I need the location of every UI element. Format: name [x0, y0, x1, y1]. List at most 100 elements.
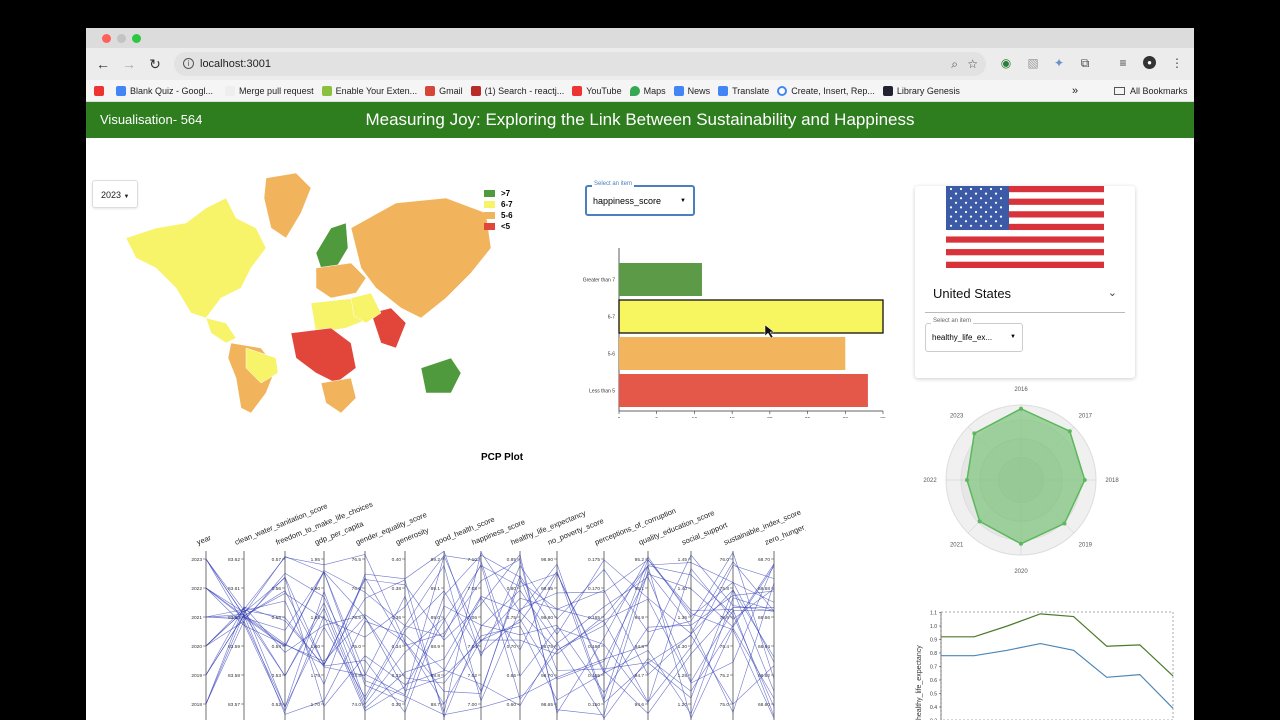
map-region-north-america[interactable]	[125, 197, 267, 319]
bar-x-tick-label: 5	[655, 417, 658, 418]
address-bar[interactable]: i localhost:3001 ⌕ ☆	[174, 52, 986, 76]
bookmark-item[interactable]: Enable Your Exten...	[321, 85, 418, 96]
pcp-tick-label: 2019	[191, 673, 202, 679]
line-series[interactable]	[941, 613, 1174, 677]
pcp-line[interactable]	[205, 559, 775, 716]
chevron-down-icon[interactable]: ⌄	[1108, 286, 1117, 299]
pcp-tick-label: 2023	[191, 557, 202, 563]
translate-icon	[718, 85, 729, 96]
radar-point[interactable]	[1019, 541, 1023, 546]
all-bookmarks-label: All Bookmarks	[1130, 85, 1188, 96]
media-queue-icon[interactable]: ≡	[1116, 56, 1130, 70]
minimize-window-button[interactable]	[117, 34, 126, 43]
map-region-europe[interactable]	[315, 262, 367, 299]
bar-category-label: 6-7	[608, 315, 615, 321]
star-bookmark-icon[interactable]: ☆	[967, 52, 978, 76]
pcp-plot[interactable]: year202320222021202020192018clean_water_…	[186, 483, 806, 720]
pcp-tick-label: 98.70	[541, 673, 553, 679]
back-arrow-icon[interactable]: ←	[90, 56, 116, 72]
pcp-tick-label: 95.2	[635, 557, 645, 563]
bookmark-item[interactable]: (1) Search - reactj...	[470, 85, 565, 96]
pcp-line[interactable]	[205, 558, 775, 701]
maximize-window-button[interactable]	[132, 34, 141, 43]
menu-kebab-icon[interactable]: ⋮	[1170, 56, 1184, 70]
pcp-tick-label: 68.66	[758, 615, 770, 621]
radar-point[interactable]	[977, 519, 982, 524]
pcp-tick-label: 0.175	[588, 557, 600, 563]
country-name[interactable]: United States	[933, 286, 1011, 301]
radar-point[interactable]	[1082, 478, 1087, 482]
google-icon	[777, 85, 788, 96]
bookmark-label: YouTube	[586, 85, 622, 96]
map-region-central-america[interactable]	[205, 317, 237, 344]
forward-arrow-icon[interactable]: →	[116, 56, 142, 72]
pcp-tick-label: 75.0	[720, 702, 730, 708]
all-bookmarks-button[interactable]: All Bookmarks	[1114, 86, 1188, 96]
bookmarks-overflow-icon[interactable]: »	[1072, 85, 1078, 97]
attribute-select[interactable]: Select an item healthy_life_ex... ▼	[925, 318, 1023, 352]
world-map[interactable]	[116, 168, 506, 418]
bookmark-label: (1) Search - reactj...	[484, 85, 565, 96]
bookmark-item[interactable]: Maps	[629, 85, 666, 96]
radar-point[interactable]	[1067, 429, 1072, 434]
bookmark-label: Create, Insert, Rep...	[791, 85, 875, 96]
profile-avatar[interactable]: ●	[1143, 56, 1156, 69]
bar[interactable]	[619, 337, 846, 370]
bookmark-label: Enable Your Exten...	[335, 85, 418, 96]
site-info-icon[interactable]: i	[183, 58, 194, 69]
bookmark-label: Blank Quiz - Googl...	[130, 85, 214, 96]
extension-icon-2[interactable]: ✦	[1052, 56, 1066, 70]
pcp-line[interactable]	[205, 555, 775, 704]
map-region-greenland[interactable]	[263, 172, 312, 239]
bookmark-item[interactable]: Create, Insert, Rep...	[777, 85, 875, 96]
grammarly-extension-icon[interactable]: ◉	[999, 56, 1013, 70]
pcp-tick-label: 0.40	[392, 557, 402, 563]
bar[interactable]	[619, 374, 868, 407]
bookmark-item[interactable]: Gmail	[425, 85, 463, 96]
extension-icon[interactable]: ▧	[1026, 56, 1040, 70]
map-region-europe-nordics[interactable]	[315, 222, 349, 269]
metric-select[interactable]: Select an item happiness_score ▼	[585, 181, 695, 216]
bookmark-item[interactable]: Merge pull request	[225, 85, 314, 96]
radar-axis-label: 2017	[1079, 414, 1093, 420]
radar-point[interactable]	[1019, 406, 1023, 411]
legend-swatch	[484, 190, 495, 197]
bookmark-item[interactable]: Blank Quiz - Googl...	[116, 85, 214, 96]
bookmark-item[interactable]: Translate	[718, 85, 770, 96]
line-series[interactable]	[941, 642, 1174, 709]
puzzle-extensions-icon[interactable]: ⧉	[1078, 56, 1092, 70]
pcp-line[interactable]	[205, 572, 775, 714]
bookmark-item[interactable]: News	[673, 85, 710, 96]
reload-icon[interactable]: ↻	[142, 56, 168, 73]
bar-x-tick-label: 0	[618, 417, 621, 418]
line-y-tick-label: 1.1	[930, 611, 937, 617]
pcp-line[interactable]	[205, 559, 775, 717]
bar[interactable]	[618, 299, 884, 334]
line-plot-frame	[940, 611, 1174, 720]
pcp-tick-label: 88.9	[431, 644, 441, 650]
drive-icon	[116, 85, 126, 96]
pcp-tick-label: 0.65	[507, 673, 517, 679]
title-bar	[86, 28, 1194, 48]
bookmark-item[interactable]: YouTube	[572, 85, 622, 96]
happiness-bar-chart: Greater than 7 6-7 5-6 Less than 5 0 5 10 15 20 2…	[583, 248, 886, 418]
close-window-button[interactable]	[102, 34, 111, 43]
bar-x-tick-label: 20	[767, 417, 773, 418]
map-region-west-africa[interactable]	[290, 327, 357, 384]
radar-point[interactable]	[965, 478, 969, 482]
legend-label: 5-6	[501, 211, 513, 220]
bar[interactable]	[619, 263, 702, 296]
map-region-australia[interactable]	[420, 357, 462, 394]
map-region-southern-africa[interactable]	[320, 377, 357, 414]
bookmark-label: Translate	[732, 85, 770, 96]
bookmark-item[interactable]: Library Genesis	[882, 85, 960, 96]
radar-point[interactable]	[972, 431, 977, 436]
pcp-tick-label: 76.0	[720, 557, 730, 563]
quora-icon	[470, 85, 481, 96]
legend-swatch	[484, 212, 495, 219]
bar-x-tick-label: 35	[880, 417, 886, 418]
pcp-line[interactable]	[205, 555, 775, 705]
zoom-icon[interactable]: ⌕	[951, 52, 958, 76]
bookmark-youtube-red[interactable]	[94, 85, 108, 96]
radar-point[interactable]	[1062, 521, 1067, 526]
